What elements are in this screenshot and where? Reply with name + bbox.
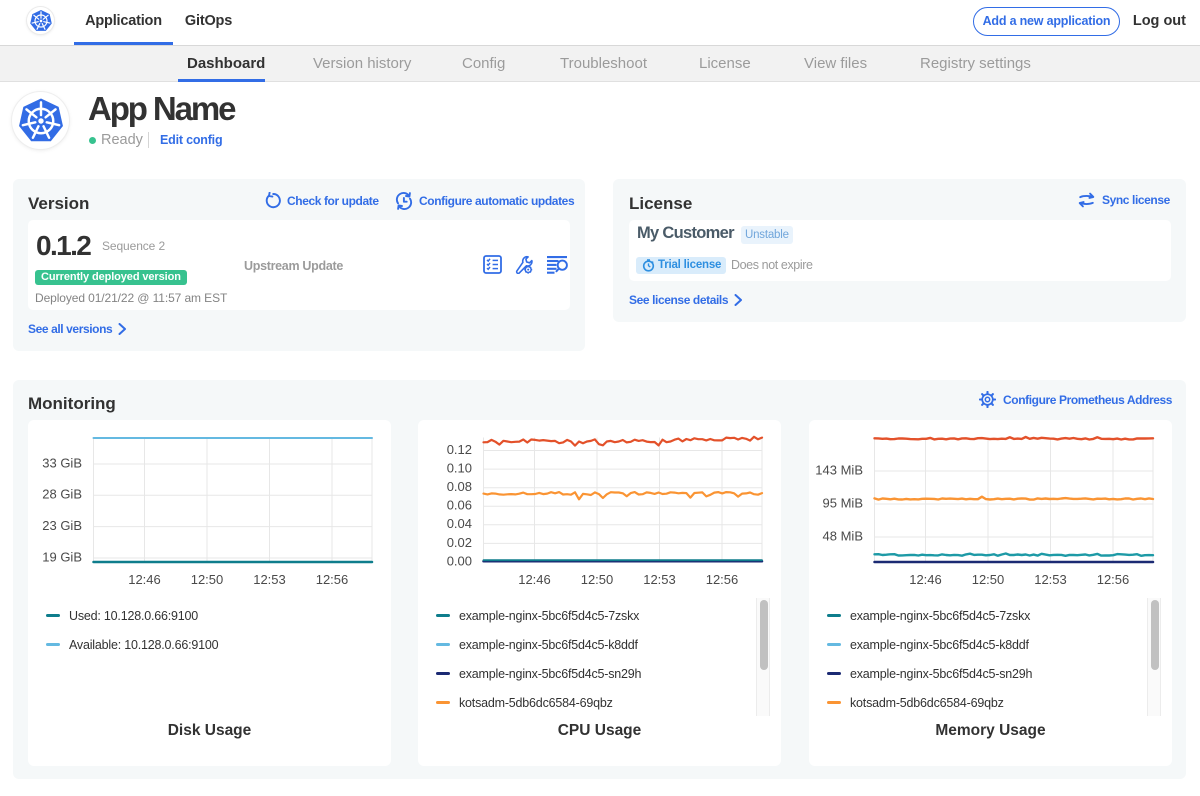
- svg-text:95 MiB: 95 MiB: [823, 495, 863, 510]
- svg-text:143 MiB: 143 MiB: [815, 462, 863, 477]
- svg-text:0.02: 0.02: [447, 535, 472, 550]
- svg-text:33 GiB: 33 GiB: [42, 455, 82, 470]
- svg-text:12:53: 12:53: [643, 572, 676, 587]
- svg-text:12:50: 12:50: [581, 572, 614, 587]
- svg-text:0.04: 0.04: [447, 516, 472, 531]
- svg-text:0.00: 0.00: [447, 553, 472, 568]
- svg-text:12:46: 12:46: [518, 572, 551, 587]
- svg-text:12:56: 12:56: [706, 572, 739, 587]
- svg-text:12:50: 12:50: [972, 572, 1005, 587]
- svg-text:28 GiB: 28 GiB: [42, 487, 82, 502]
- svg-text:23 GiB: 23 GiB: [42, 518, 82, 533]
- svg-text:0.08: 0.08: [447, 479, 472, 494]
- svg-text:0.10: 0.10: [447, 461, 472, 476]
- svg-text:12:53: 12:53: [1034, 572, 1067, 587]
- svg-text:12:56: 12:56: [1097, 572, 1130, 587]
- svg-text:48 MiB: 48 MiB: [823, 528, 863, 543]
- svg-text:0.06: 0.06: [447, 498, 472, 513]
- svg-text:12:46: 12:46: [128, 572, 161, 587]
- svg-text:12:56: 12:56: [316, 572, 349, 587]
- svg-text:12:50: 12:50: [191, 572, 224, 587]
- svg-text:12:53: 12:53: [253, 572, 286, 587]
- svg-text:0.12: 0.12: [447, 442, 472, 457]
- svg-text:19 GiB: 19 GiB: [42, 549, 82, 564]
- svg-text:12:46: 12:46: [909, 572, 942, 587]
